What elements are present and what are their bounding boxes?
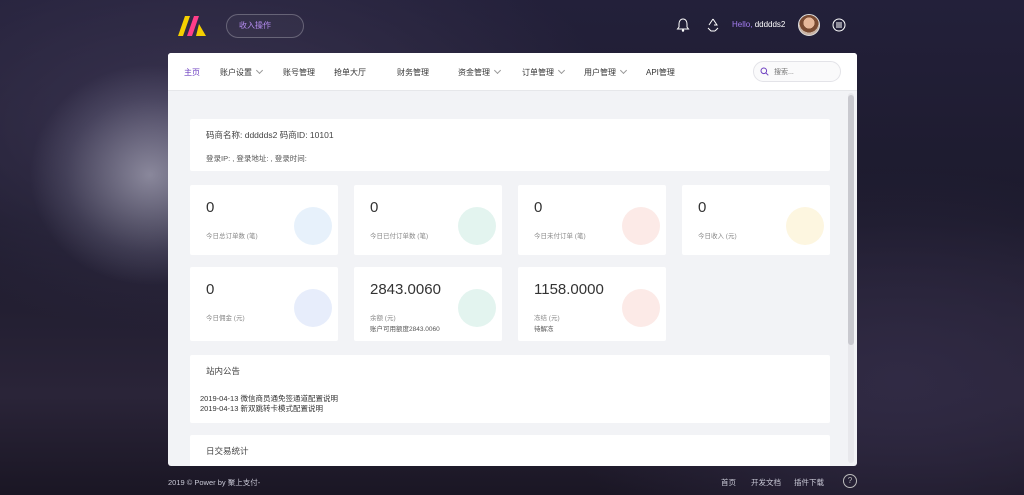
daily-stats-panel: 日交易统计: [190, 435, 830, 466]
stat-value: 0: [534, 199, 543, 216]
search-icon: [760, 67, 769, 76]
footer-link-dev-docs[interactable]: 开发文档: [751, 477, 781, 488]
chevron-down-icon: [619, 66, 628, 75]
stat-label: 今日总订单数 (笔): [206, 233, 258, 240]
stat-card-today-income: 0 今日收入 (元): [682, 185, 830, 255]
logo[interactable]: [178, 16, 206, 36]
stat-value: 0: [698, 199, 707, 216]
footer-link-home[interactable]: 首页: [721, 477, 736, 488]
scrollbar[interactable]: [848, 93, 854, 463]
chevron-down-icon: [493, 66, 502, 75]
top-bar: 收入操作 Hello, ddddds2: [0, 0, 1024, 52]
bell-icon[interactable]: [675, 17, 691, 33]
recycle-icon[interactable]: [705, 17, 721, 33]
footer-copyright: 2019 © Power by 聚上支付-: [168, 478, 261, 487]
stat-card-balance: 2843.0060 余额 (元) 账户可用额度2843.0060: [354, 267, 502, 341]
nav-users[interactable]: 用户管理: [584, 66, 628, 78]
scrollbar-thumb[interactable]: [848, 95, 854, 345]
merchant-info-panel: 码商名称: ddddds2 码商ID: 10101 登录IP: , 登录地址: …: [190, 119, 830, 171]
help-icon[interactable]: ?: [843, 474, 857, 488]
nav-orders[interactable]: 订单管理: [522, 66, 566, 78]
main-card: 主页 账户设置 账号管理 抢单大厅 财务管理 资金管理 订单管理 用户管理 AP…: [168, 53, 857, 466]
notices-panel: 站内公告 2019-04-13 微信商员通免签通道配置说明 2019-04-13…: [190, 355, 830, 423]
nav-finance[interactable]: 财务管理: [397, 67, 429, 78]
login-info: 登录IP: , 登录地址: , 登录时间:: [206, 154, 307, 163]
stat-sub: 待解冻: [534, 326, 554, 333]
stat-label: 今日收入 (元): [698, 233, 737, 240]
stat-card-total-orders: 0 今日总订单数 (笔): [190, 185, 338, 255]
stat-value: 0: [370, 199, 379, 216]
stat-label: 今日已付订单数 (笔): [370, 233, 429, 240]
greeting: Hello, ddddds2: [732, 20, 785, 29]
stat-label: 今日未付订单 (笔): [534, 233, 586, 240]
stat-label: 冻结 (元): [534, 315, 560, 322]
stat-card-unpaid-orders: 0 今日未付订单 (笔): [518, 185, 666, 255]
stat-value: 0: [206, 199, 215, 216]
nav-order-hall[interactable]: 抢单大厅: [334, 67, 366, 78]
stat-card-frozen: 1158.0000 冻结 (元) 待解冻: [518, 267, 666, 341]
username[interactable]: ddddds2: [755, 20, 786, 29]
nav-search[interactable]: [753, 61, 841, 82]
menu-icon[interactable]: [831, 17, 847, 33]
merchant-name-id: 码商名称: ddddds2 码商ID: 10101: [206, 130, 334, 140]
nav-account-settings[interactable]: 账户设置: [220, 66, 264, 78]
stat-label: 余额 (元): [370, 315, 396, 322]
stat-label: 今日佣金 (元): [206, 315, 245, 322]
main-nav: 主页 账户设置 账号管理 抢单大厅 财务管理 资金管理 订单管理 用户管理 AP…: [168, 53, 857, 91]
ticket-icon: [786, 207, 824, 245]
chevron-down-icon: [557, 66, 566, 75]
daily-stats-title: 日交易统计: [206, 446, 249, 456]
money-bag-icon: [622, 207, 660, 245]
footer-link-plugins[interactable]: 插件下载: [794, 477, 824, 488]
avatar[interactable]: [798, 14, 820, 36]
search-input[interactable]: [774, 65, 836, 79]
chevron-down-icon: [255, 66, 264, 75]
wallet-icon: [294, 207, 332, 245]
notices-title: 站内公告: [206, 366, 241, 376]
stat-value: 1158.0000: [534, 281, 604, 298]
stat-card-commission: 0 今日佣金 (元): [190, 267, 338, 341]
nav-account-management[interactable]: 账号管理: [283, 67, 315, 78]
nav-api[interactable]: API管理: [646, 67, 675, 78]
coins-icon: [458, 207, 496, 245]
nav-funds[interactable]: 资金管理: [458, 66, 502, 78]
coin-icon: [294, 289, 332, 327]
quick-action-pill[interactable]: 收入操作: [226, 14, 304, 38]
notice-item[interactable]: 2019-04-13 新双跳转卡模式配置说明: [200, 403, 323, 414]
stat-value: 0: [206, 281, 215, 298]
stat-value: 2843.0060: [370, 281, 441, 298]
card-icon: [458, 289, 496, 327]
greeting-prefix: Hello,: [732, 20, 753, 29]
stat-sub: 账户可用额度2843.0060: [370, 326, 440, 333]
nav-home[interactable]: 主页: [184, 67, 200, 78]
piggy-bank-icon: [622, 289, 660, 327]
stat-card-paid-orders: 0 今日已付订单数 (笔): [354, 185, 502, 255]
content-area: 码商名称: ddddds2 码商ID: 10101 登录IP: , 登录地址: …: [190, 91, 830, 466]
